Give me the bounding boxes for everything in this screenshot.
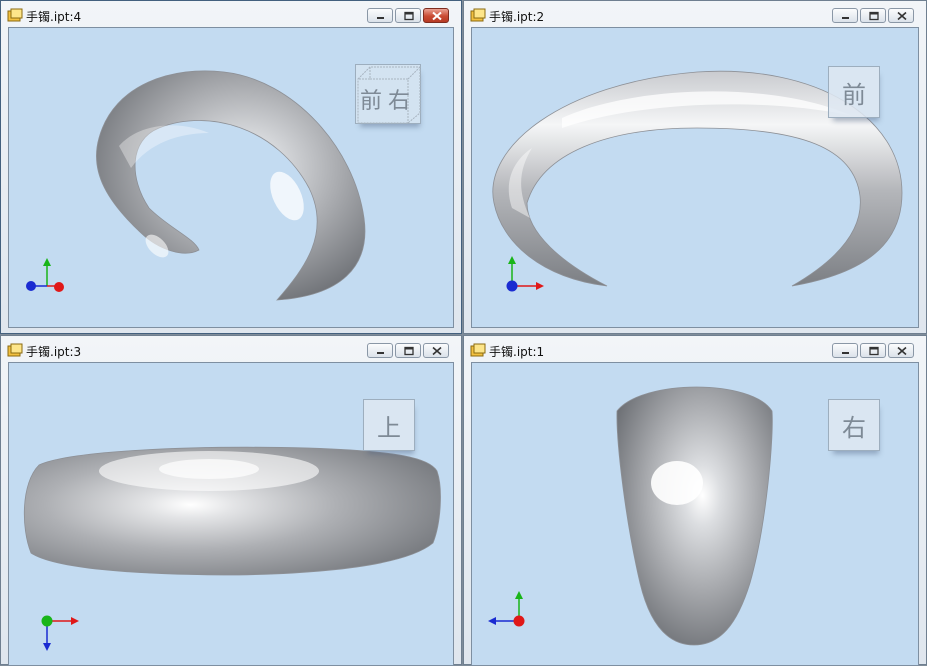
document-window-4[interactable]: 手镯.ipt:4 前 右 bbox=[0, 0, 462, 334]
view-cube-front-face[interactable]: 前 bbox=[360, 83, 382, 115]
view-cube-right-face[interactable]: 右 bbox=[842, 408, 866, 443]
view-cube[interactable]: 前 bbox=[828, 66, 880, 118]
view-cube-top-face[interactable]: 上 bbox=[377, 408, 401, 443]
title-bar[interactable]: 手镯.ipt:2 bbox=[464, 1, 926, 27]
axis-triad-icon bbox=[506, 256, 544, 292]
minimize-button[interactable] bbox=[367, 8, 393, 23]
view-cube-right-face[interactable]: 右 bbox=[388, 83, 410, 115]
close-icon bbox=[897, 346, 907, 356]
axis-triad-icon bbox=[26, 258, 64, 292]
minimize-icon bbox=[842, 352, 849, 354]
restore-icon bbox=[869, 11, 879, 21]
restore-icon bbox=[869, 346, 879, 356]
title-bar[interactable]: 手镯.ipt:3 bbox=[1, 336, 461, 362]
view-cube-front-face[interactable]: 前 bbox=[842, 75, 866, 110]
close-icon bbox=[897, 11, 907, 21]
document-icon bbox=[7, 8, 23, 22]
close-button[interactable] bbox=[888, 343, 914, 358]
restore-button[interactable] bbox=[395, 8, 421, 23]
window-title: 手镯.ipt:2 bbox=[489, 10, 545, 24]
title-bar[interactable]: 手镯.ipt:1 bbox=[464, 336, 926, 362]
restore-button[interactable] bbox=[860, 8, 886, 23]
minimize-button[interactable] bbox=[367, 343, 393, 358]
title-bar[interactable]: 手镯.ipt:4 bbox=[1, 1, 461, 27]
close-button[interactable] bbox=[423, 8, 449, 23]
graphics-viewport[interactable]: 前 右 bbox=[8, 27, 454, 328]
minimize-icon bbox=[842, 17, 849, 19]
minimize-icon bbox=[377, 352, 384, 354]
window-title: 手镯.ipt:4 bbox=[26, 10, 82, 24]
view-cube[interactable]: 上 bbox=[363, 399, 415, 451]
graphics-viewport[interactable]: 上 bbox=[8, 362, 454, 666]
document-window-2[interactable]: 手镯.ipt:2 前 bbox=[463, 0, 927, 334]
document-window-3[interactable]: 手镯.ipt:3 上 bbox=[0, 335, 462, 666]
minimize-button[interactable] bbox=[832, 343, 858, 358]
document-icon bbox=[470, 8, 486, 22]
restore-button[interactable] bbox=[860, 343, 886, 358]
axis-triad-icon bbox=[41, 615, 79, 651]
restore-button[interactable] bbox=[395, 343, 421, 358]
close-icon bbox=[432, 346, 442, 356]
window-title: 手镯.ipt:3 bbox=[26, 345, 82, 359]
window-title: 手镯.ipt:1 bbox=[489, 345, 545, 359]
minimize-button[interactable] bbox=[832, 8, 858, 23]
graphics-viewport[interactable]: 右 bbox=[471, 362, 919, 666]
axis-triad-icon bbox=[488, 591, 525, 627]
close-icon bbox=[432, 11, 442, 21]
close-button[interactable] bbox=[423, 343, 449, 358]
view-cube[interactable]: 前 右 bbox=[355, 64, 421, 124]
minimize-icon bbox=[377, 17, 384, 19]
document-window-1[interactable]: 手镯.ipt:1 右 bbox=[463, 335, 927, 666]
document-icon bbox=[470, 343, 486, 357]
view-cube[interactable]: 右 bbox=[828, 399, 880, 451]
document-icon bbox=[7, 343, 23, 357]
restore-icon bbox=[404, 346, 414, 356]
graphics-viewport[interactable]: 前 bbox=[471, 27, 919, 328]
close-button[interactable] bbox=[888, 8, 914, 23]
restore-icon bbox=[404, 11, 414, 21]
